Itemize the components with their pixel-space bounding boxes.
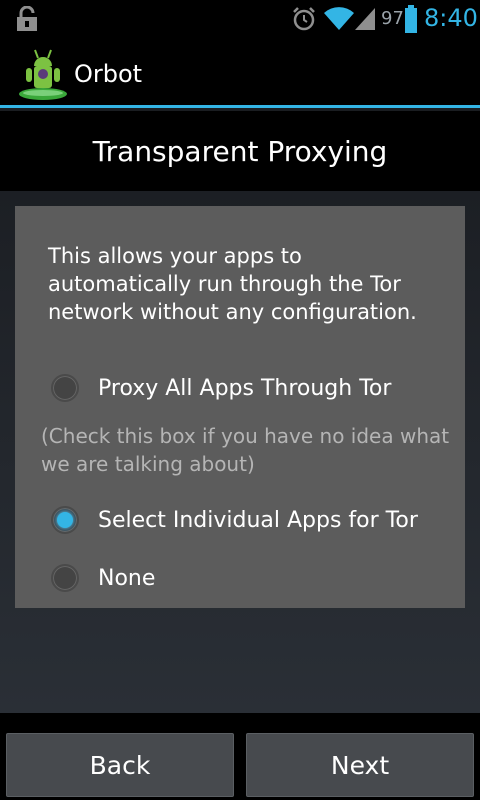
option-label: Proxy All Apps Through Tor [98, 376, 392, 401]
back-button[interactable]: Back [6, 733, 234, 797]
radio-button[interactable] [51, 374, 79, 402]
status-bar: 97 8:40 [0, 0, 480, 38]
screen: 97 8:40 Orbot Transparent Proxying This … [0, 0, 480, 800]
action-bar: Orbot [0, 38, 480, 108]
signal-icon [355, 8, 375, 30]
battery-icon [405, 5, 417, 33]
next-button[interactable]: Next [246, 733, 474, 797]
battery-percent: 97 [381, 8, 404, 29]
status-clock: 8:40 [424, 4, 478, 32]
page-header: Transparent Proxying [0, 111, 480, 191]
orbot-logo-icon[interactable] [18, 44, 68, 100]
app-title: Orbot [74, 60, 143, 88]
option-none[interactable]: None [15, 558, 465, 602]
page-title: Transparent Proxying [92, 135, 388, 168]
radio-button-checked[interactable] [51, 506, 79, 534]
lock-icon [17, 6, 37, 31]
radio-button[interactable] [51, 564, 79, 592]
alarm-icon [293, 7, 315, 31]
option-label: None [98, 566, 156, 591]
button-bar: Back Next [0, 713, 480, 800]
description-text: This allows your apps to automatically r… [48, 244, 417, 324]
radio-dot [57, 512, 73, 528]
option-proxy-all[interactable]: Proxy All Apps Through Tor [15, 368, 465, 412]
option-select-individual[interactable]: Select Individual Apps for Tor [15, 500, 465, 544]
wifi-icon [324, 7, 354, 31]
option-label: Select Individual Apps for Tor [98, 508, 418, 533]
hint-text: (Check this box if you have no idea what… [41, 424, 450, 476]
options-panel: This allows your apps to automatically r… [15, 206, 465, 608]
